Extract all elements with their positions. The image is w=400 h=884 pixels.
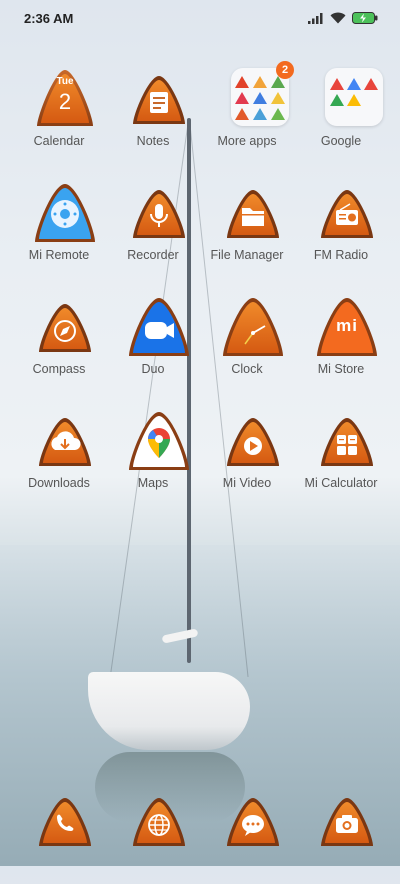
app-fm-radio[interactable]: FM Radio <box>294 176 388 276</box>
dock <box>0 784 400 854</box>
calendar-day: Tue <box>56 76 74 87</box>
notes-icon <box>129 68 189 130</box>
app-recorder[interactable]: Recorder <box>106 176 200 276</box>
app-label: Mi Remote <box>28 248 90 262</box>
app-maps[interactable]: Maps <box>106 404 200 504</box>
dock-browser[interactable] <box>106 784 200 884</box>
mi-logo: mi <box>336 316 358 335</box>
app-label: Mi Store <box>317 362 365 376</box>
app-notes[interactable]: Notes <box>106 62 200 162</box>
app-label: Calendar <box>33 134 85 148</box>
file-manager-icon <box>223 182 283 244</box>
camera-icon <box>317 790 377 852</box>
signal-icon <box>308 13 323 24</box>
duo-icon <box>129 296 189 358</box>
app-mi-video[interactable]: Mi Video <box>200 404 294 504</box>
notification-badge: 2 <box>276 61 294 79</box>
status-bar: 2:36 AM <box>0 0 400 36</box>
app-mi-calculator[interactable]: Mi Calculator <box>294 404 388 504</box>
downloads-icon <box>35 410 95 472</box>
app-file-manager[interactable]: File Manager <box>200 176 294 276</box>
compass-icon <box>35 296 95 358</box>
app-label: Clock <box>231 362 263 376</box>
mi-store-icon: mi <box>317 296 377 358</box>
clock-icon <box>223 296 283 358</box>
app-mi-store[interactable]: mi Mi Store <box>294 290 388 390</box>
app-label: FM Radio <box>313 248 369 262</box>
folder-icon <box>317 68 383 130</box>
sailboat-hull <box>88 672 250 750</box>
app-label: Mi Video <box>222 476 272 490</box>
battery-charging-icon <box>352 12 378 24</box>
dock-phone[interactable] <box>12 784 106 884</box>
maps-icon <box>129 410 189 472</box>
app-label: Maps <box>137 476 169 490</box>
phone-icon <box>35 790 95 852</box>
app-mi-remote[interactable]: Mi Remote <box>12 176 106 276</box>
app-label: Compass <box>32 362 86 376</box>
app-label: Google <box>320 134 362 148</box>
app-label: Duo <box>141 362 165 376</box>
remote-icon <box>35 182 95 244</box>
app-label: Recorder <box>127 248 179 262</box>
calculator-icon <box>317 410 377 472</box>
app-label: File Manager <box>210 248 284 262</box>
radio-icon <box>317 182 377 244</box>
app-label: Downloads <box>28 476 90 490</box>
dock-camera[interactable] <box>294 784 388 884</box>
calendar-date: 2 <box>58 89 72 114</box>
wifi-icon <box>330 12 346 24</box>
folder-icon: 2 <box>223 61 294 130</box>
messaging-icon <box>223 790 283 852</box>
recorder-icon <box>129 182 189 244</box>
video-icon <box>223 410 283 472</box>
dock-messaging[interactable] <box>200 784 294 884</box>
app-label: Mi Calculator <box>304 476 378 490</box>
status-time: 2:36 AM <box>24 11 74 26</box>
app-folder-google[interactable]: Google <box>294 62 388 162</box>
app-clock[interactable]: Clock <box>200 290 294 390</box>
calendar-icon: Tue 2 <box>35 68 95 130</box>
browser-icon <box>129 790 189 852</box>
app-label: More apps <box>217 134 277 148</box>
app-folder-more-apps[interactable]: 2 More apps <box>200 61 294 162</box>
app-downloads[interactable]: Downloads <box>12 404 106 504</box>
app-calendar[interactable]: Tue 2 Calendar <box>12 62 106 162</box>
app-label: Notes <box>136 134 170 148</box>
app-duo[interactable]: Duo <box>106 290 200 390</box>
app-compass[interactable]: Compass <box>12 290 106 390</box>
